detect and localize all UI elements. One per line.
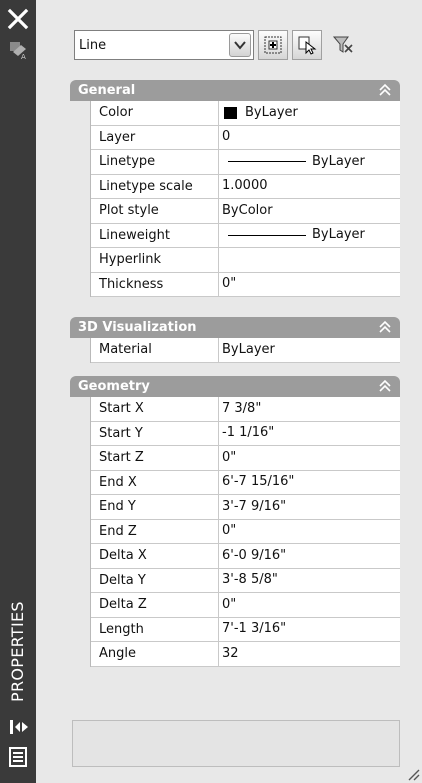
property-row-length[interactable]: Length 7'-1 3/16" — [91, 617, 400, 642]
property-row-linetype[interactable]: Linetype ByLayer — [91, 150, 400, 175]
toggle-pickadd-button[interactable] — [258, 30, 288, 60]
property-row-layer[interactable]: Layer 0 — [91, 125, 400, 150]
property-value[interactable]: ByLayer — [219, 338, 400, 362]
property-label: Start X — [91, 397, 219, 421]
property-value[interactable]: 6'-0 9/16" — [219, 544, 400, 568]
close-icon[interactable] — [7, 8, 29, 30]
property-value[interactable]: ByLayer — [219, 101, 400, 125]
object-type-value: Line — [79, 37, 107, 53]
property-value[interactable]: 0 — [219, 126, 400, 150]
auto-hide-icon[interactable] — [9, 718, 29, 736]
resize-grip-icon[interactable] — [406, 767, 420, 781]
property-row-start-y[interactable]: Start Y -1 1/16" — [91, 421, 400, 446]
description-panel — [72, 720, 400, 767]
property-value[interactable]: ByColor — [219, 199, 400, 223]
property-label: Start Z — [91, 446, 219, 470]
property-label: Lineweight — [91, 223, 219, 247]
section-title: Geometry — [78, 379, 150, 394]
property-value[interactable]: 7'-1 3/16" — [219, 618, 400, 642]
property-row-start-z[interactable]: Start Z 0" — [91, 446, 400, 471]
property-value[interactable]: -1 1/16" — [219, 422, 400, 446]
property-row-color[interactable]: Color ByLayer — [91, 101, 400, 126]
object-type-dropdown[interactable]: Line — [74, 30, 254, 60]
section-title: 3D Visualization — [78, 320, 197, 335]
property-label: Thickness — [91, 272, 219, 296]
property-label: Color — [91, 101, 219, 125]
property-label: End Y — [91, 495, 219, 519]
property-label: Delta Z — [91, 593, 219, 617]
chevron-down-icon[interactable] — [229, 33, 251, 57]
lineweight-preview — [228, 234, 306, 236]
property-value-text: ByLayer — [312, 227, 365, 243]
select-objects-icon — [298, 36, 317, 55]
property-value[interactable]: 32 — [219, 642, 400, 666]
section-general: General Color ByLayer Layer 0 Linetype B… — [70, 80, 400, 297]
property-label: Length — [91, 617, 219, 641]
palette-menu-icon[interactable] — [9, 747, 27, 767]
property-row-end-x[interactable]: End X 6'-7 15/16" — [91, 470, 400, 495]
collapse-icon[interactable] — [378, 320, 392, 334]
property-value[interactable]: 0" — [219, 446, 400, 470]
property-row-end-y[interactable]: End Y 3'-7 9/16" — [91, 495, 400, 520]
property-value[interactable] — [219, 248, 400, 272]
property-value[interactable]: 0" — [219, 273, 400, 297]
svg-text:A: A — [21, 53, 26, 60]
toggle-pickadd-icon — [264, 36, 282, 54]
property-value[interactable]: ByLayer — [219, 224, 400, 248]
collapse-icon[interactable] — [378, 83, 392, 97]
property-label: Linetype — [91, 150, 219, 174]
palette-title-bar[interactable]: A PROPERTIES — [0, 0, 36, 783]
property-label: Hyperlink — [91, 248, 219, 272]
property-row-plot-style[interactable]: Plot style ByColor — [91, 199, 400, 224]
property-value-text: ByLayer — [312, 153, 365, 169]
quick-select-button[interactable] — [328, 30, 358, 60]
section-3d-visualization: 3D Visualization Material ByLayer — [70, 317, 400, 363]
property-value[interactable]: 3'-8 5/8" — [219, 569, 400, 593]
quick-select-icon — [332, 36, 353, 53]
section-title: General — [78, 83, 136, 98]
properties-panel: Line General Color ByLayer Layer 0 Linet… — [36, 0, 422, 783]
property-row-hyperlink[interactable]: Hyperlink — [91, 248, 400, 273]
property-label: Layer — [91, 125, 219, 149]
property-value[interactable]: 3'-7 9/16" — [219, 495, 400, 519]
property-label: Angle — [91, 642, 219, 666]
palette-title: PROPERTIES — [8, 601, 27, 702]
property-value[interactable]: 6'-7 15/16" — [219, 471, 400, 495]
property-row-start-x[interactable]: Start X 7 3/8" — [91, 397, 400, 422]
property-value[interactable]: 7 3/8" — [219, 397, 400, 421]
property-label: Start Y — [91, 421, 219, 445]
property-label: Linetype scale — [91, 174, 219, 198]
property-label: Material — [91, 338, 219, 362]
property-row-delta-x[interactable]: Delta X 6'-0 9/16" — [91, 544, 400, 569]
collapse-icon[interactable] — [378, 379, 392, 393]
property-row-delta-z[interactable]: Delta Z 0" — [91, 593, 400, 618]
property-label: End X — [91, 470, 219, 494]
property-row-angle[interactable]: Angle 32 — [91, 642, 400, 667]
property-value[interactable]: 0" — [219, 520, 400, 544]
property-row-thickness[interactable]: Thickness 0" — [91, 272, 400, 297]
properties-palette-icon: A — [10, 42, 26, 60]
property-row-linetype-scale[interactable]: Linetype scale 1.0000 — [91, 174, 400, 199]
property-label: Plot style — [91, 199, 219, 223]
property-label: Delta Y — [91, 568, 219, 592]
property-row-end-z[interactable]: End Z 0" — [91, 519, 400, 544]
color-swatch — [224, 106, 237, 119]
section-header-general[interactable]: General — [70, 80, 400, 101]
property-value[interactable]: ByLayer — [219, 150, 400, 174]
linetype-preview — [228, 161, 306, 163]
property-row-delta-y[interactable]: Delta Y 3'-8 5/8" — [91, 568, 400, 593]
select-objects-button[interactable] — [292, 30, 322, 60]
property-value[interactable]: 1.0000 — [219, 175, 400, 199]
property-label: End Z — [91, 519, 219, 543]
section-geometry: Geometry Start X 7 3/8" Start Y -1 1/16"… — [70, 376, 400, 667]
property-value-text: ByLayer — [245, 104, 298, 120]
section-header-geometry[interactable]: Geometry — [70, 376, 400, 397]
property-label: Delta X — [91, 544, 219, 568]
property-value[interactable]: 0" — [219, 593, 400, 617]
section-header-3d-visualization[interactable]: 3D Visualization — [70, 317, 400, 338]
property-row-material[interactable]: Material ByLayer — [91, 338, 400, 363]
property-row-lineweight[interactable]: Lineweight ByLayer — [91, 223, 400, 248]
